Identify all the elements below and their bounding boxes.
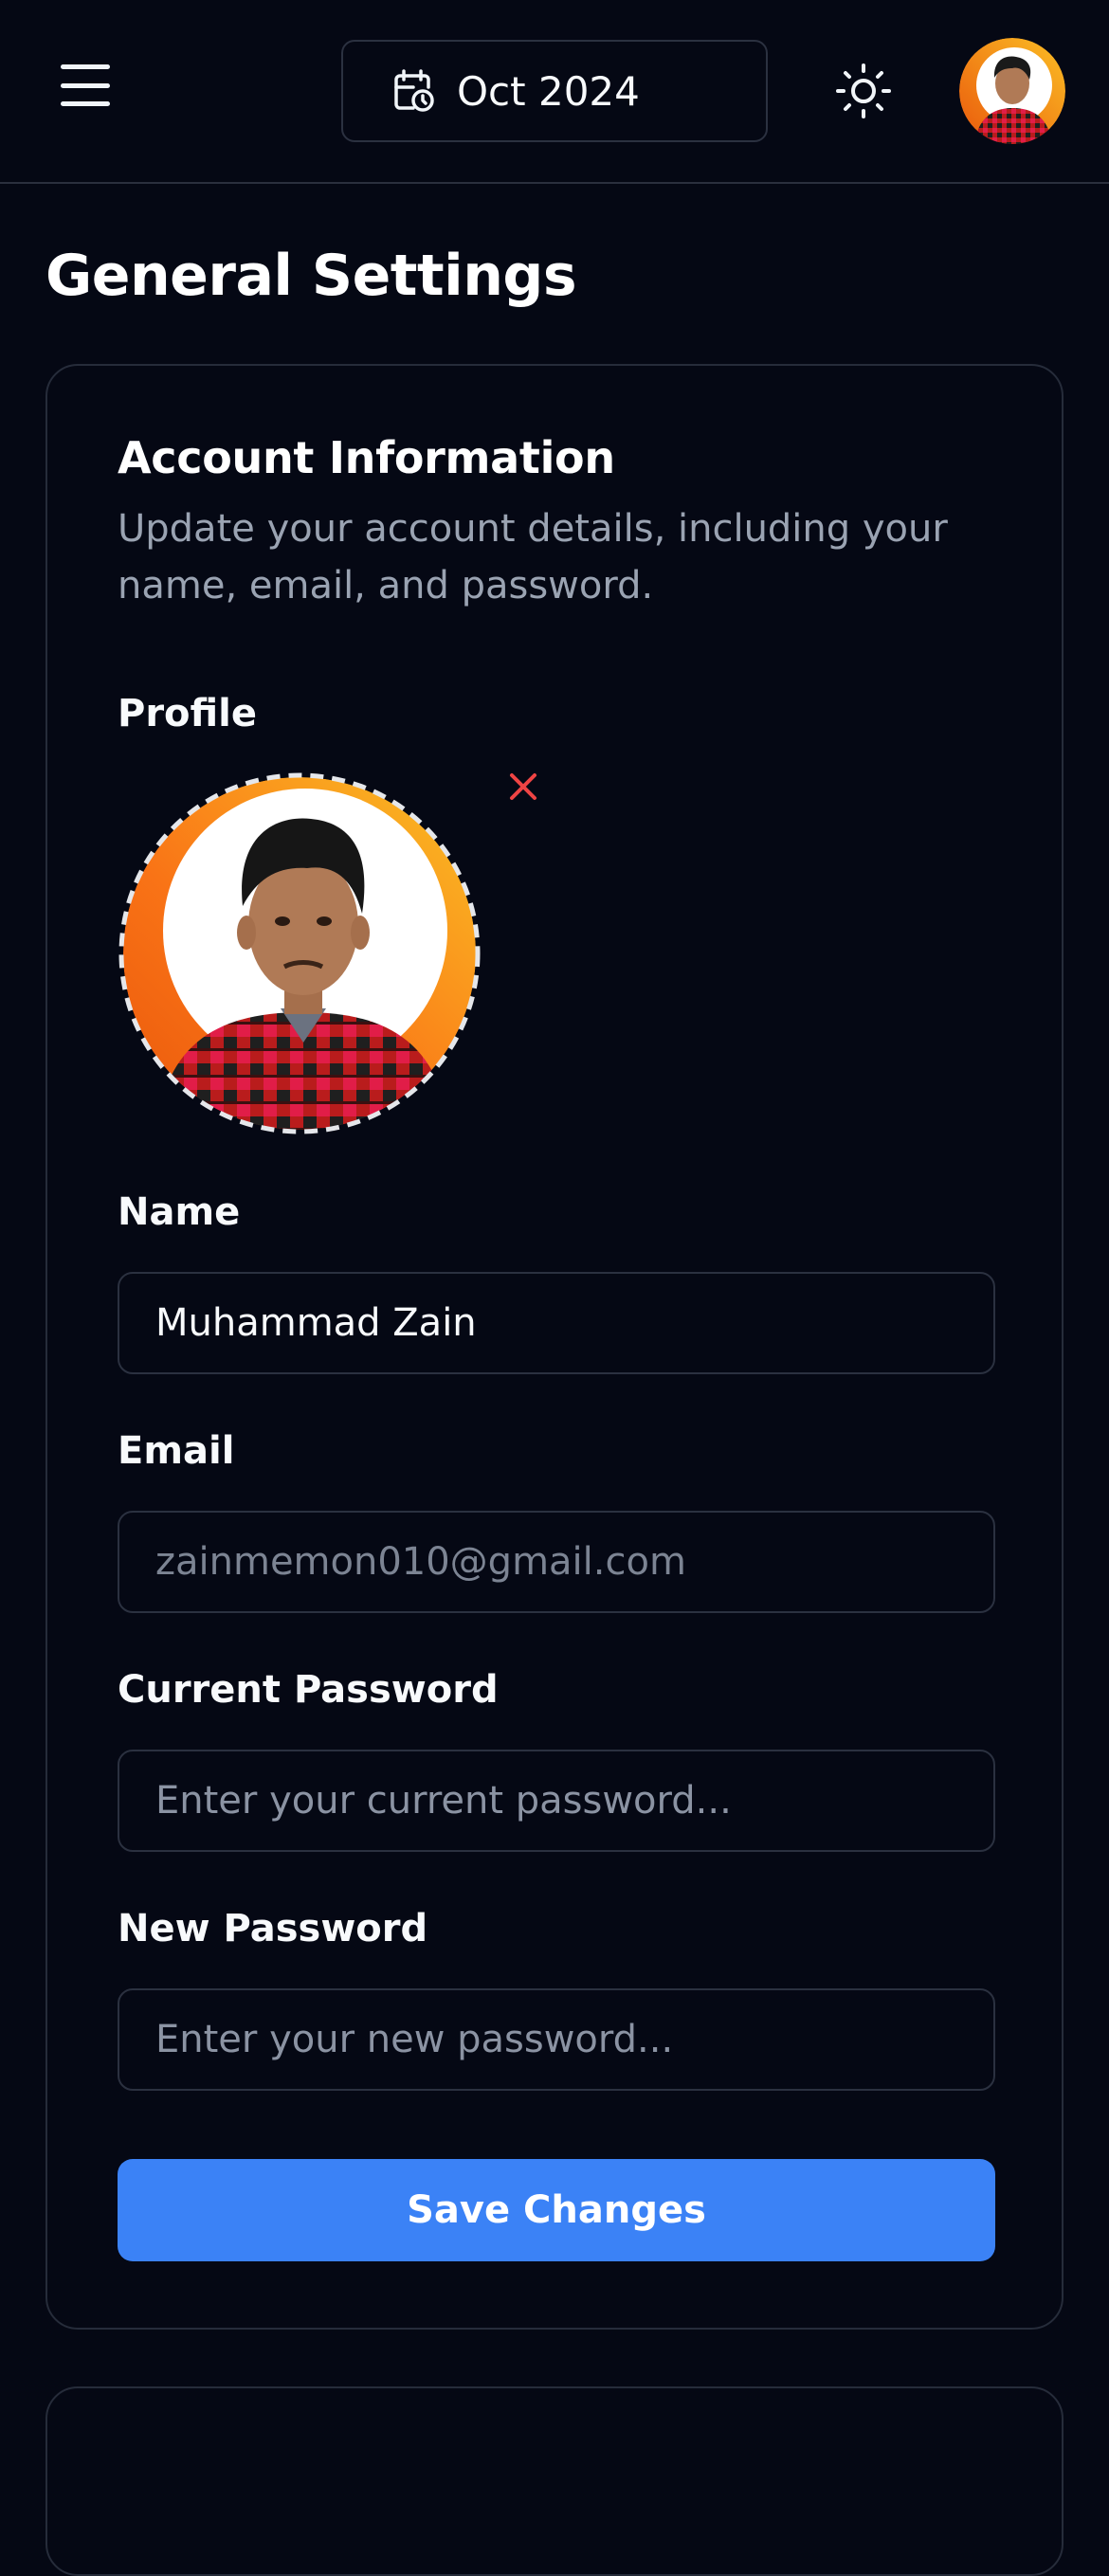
email-input — [118, 1511, 995, 1613]
date-picker-button[interactable]: Oct 2024 — [341, 40, 768, 142]
top-bar: Oct 2024 — [0, 0, 1109, 184]
name-label: Name — [118, 1190, 241, 1234]
email-label: Email — [118, 1429, 235, 1473]
page-title: General Settings — [45, 243, 577, 309]
sun-icon[interactable] — [834, 62, 893, 120]
name-input[interactable] — [118, 1272, 995, 1374]
date-label: Oct 2024 — [457, 67, 640, 115]
current-password-label: Current Password — [118, 1668, 499, 1712]
new-password-label: New Password — [118, 1907, 428, 1950]
profile-image-upload[interactable] — [118, 771, 482, 1135]
profile-label: Profile — [118, 692, 258, 735]
card-title: Account Information — [118, 432, 615, 483]
close-icon — [510, 773, 536, 800]
save-changes-button[interactable]: Save Changes — [118, 2159, 995, 2261]
card-description: Update your account details, including y… — [118, 507, 948, 608]
next-settings-card — [45, 2386, 1064, 2576]
new-password-input[interactable] — [118, 1988, 995, 2091]
hamburger-menu-icon[interactable] — [61, 64, 110, 106]
account-information-card: Account Information Update your account … — [45, 364, 1064, 2330]
remove-profile-image-button[interactable] — [504, 768, 542, 806]
calendar-clock-icon — [394, 69, 434, 112]
current-password-input[interactable] — [118, 1750, 995, 1852]
user-avatar[interactable] — [959, 38, 1065, 144]
